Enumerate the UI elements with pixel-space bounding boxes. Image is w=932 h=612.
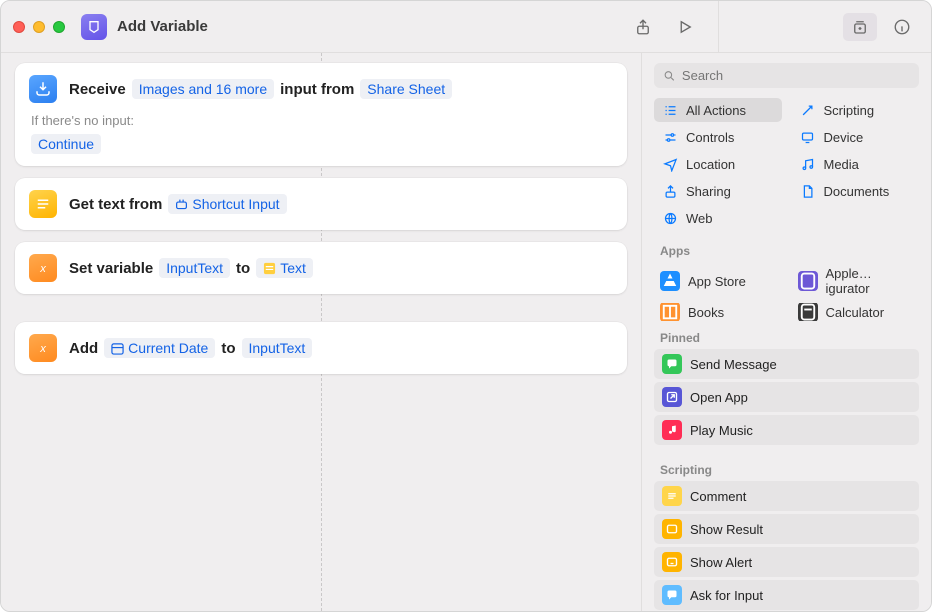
- set-variable-prefix: Set variable: [69, 260, 153, 277]
- search-icon: [663, 69, 676, 83]
- variable-value-token[interactable]: Text: [256, 258, 313, 278]
- document-icon: [800, 183, 816, 199]
- no-input-label: If there's no input:: [31, 113, 613, 128]
- action-library-sidebar: All Actions Scripting Controls Device Lo…: [641, 53, 931, 611]
- receive-source-token[interactable]: Share Sheet: [360, 79, 452, 99]
- variable-icon: x: [29, 334, 57, 362]
- wand-icon: [800, 102, 816, 118]
- play-icon: [676, 18, 694, 36]
- message-icon: [662, 354, 682, 374]
- current-date-token[interactable]: Current Date: [104, 338, 215, 358]
- add-to: to: [221, 340, 235, 357]
- window-title: Add Variable: [117, 18, 208, 35]
- category-web[interactable]: Web: [654, 206, 782, 230]
- music-icon: [800, 156, 816, 172]
- date-mini-icon: [111, 342, 124, 355]
- variable-icon: x: [29, 254, 57, 282]
- appstore-icon: [660, 271, 680, 291]
- no-input-continue-token[interactable]: Continue: [31, 134, 101, 154]
- scripting-ask-for-input[interactable]: Ask for Input: [654, 580, 919, 610]
- pinned-open-app[interactable]: Open App: [654, 382, 919, 412]
- info-button[interactable]: [885, 13, 919, 41]
- svg-text:x: x: [39, 343, 46, 355]
- result-icon: [662, 519, 682, 539]
- add-target-token[interactable]: InputText: [242, 338, 313, 358]
- app-configurator[interactable]: Apple…igurator: [792, 262, 920, 300]
- alert-icon: [662, 552, 682, 572]
- library-toggle-button[interactable]: [843, 13, 877, 41]
- add-prefix: Add: [69, 340, 98, 357]
- category-all-actions[interactable]: All Actions: [654, 98, 782, 122]
- svg-text:x: x: [39, 263, 46, 275]
- share-icon: [634, 18, 652, 36]
- scripting-show-result[interactable]: Show Result: [654, 514, 919, 544]
- category-controls[interactable]: Controls: [654, 125, 782, 149]
- list-icon: [662, 102, 678, 118]
- workflow-editor[interactable]: Receive Images and 16 more input from Sh…: [1, 53, 641, 611]
- app-calculator[interactable]: Calculator: [792, 303, 920, 321]
- set-variable-to: to: [236, 260, 250, 277]
- library-icon: [851, 18, 869, 36]
- books-icon: [660, 303, 680, 321]
- configurator-icon: [798, 271, 818, 291]
- variable-name-token[interactable]: InputText: [159, 258, 230, 278]
- receive-input-action[interactable]: Receive Images and 16 more input from Sh…: [15, 63, 627, 166]
- set-variable-action[interactable]: x Set variable InputText to Text: [15, 242, 627, 294]
- minimize-window-button[interactable]: [33, 21, 45, 33]
- category-location[interactable]: Location: [654, 152, 782, 176]
- pinned-play-music[interactable]: Play Music: [654, 415, 919, 445]
- comment-icon: [662, 486, 682, 506]
- app-window: Add Variable: [0, 0, 932, 612]
- receive-prefix: Receive: [69, 81, 126, 98]
- open-app-icon: [662, 387, 682, 407]
- category-sharing[interactable]: Sharing: [654, 179, 782, 203]
- ask-input-icon: [662, 585, 682, 605]
- apps-list: App Store Apple…igurator Books Calculato…: [642, 262, 931, 323]
- scripting-section-header: Scripting: [642, 455, 931, 481]
- category-documents[interactable]: Documents: [792, 179, 920, 203]
- share-cat-icon: [662, 183, 678, 199]
- text-icon: [29, 190, 57, 218]
- toolbar-divider: [718, 1, 719, 53]
- category-grid: All Actions Scripting Controls Device Lo…: [642, 98, 931, 236]
- titlebar: Add Variable: [1, 1, 931, 53]
- scripting-show-alert[interactable]: Show Alert: [654, 547, 919, 577]
- search-input[interactable]: [682, 68, 910, 83]
- run-button[interactable]: [668, 13, 702, 41]
- receive-middle: input from: [280, 81, 354, 98]
- receive-icon: [29, 75, 57, 103]
- scripting-comment[interactable]: Comment: [654, 481, 919, 511]
- web-icon: [662, 210, 678, 226]
- text-mini-icon: [263, 262, 276, 275]
- library-scroll[interactable]: All Actions Scripting Controls Device Lo…: [642, 98, 931, 611]
- get-text-prefix: Get text from: [69, 196, 162, 213]
- shortcut-app-icon: [81, 14, 107, 40]
- pinned-section-header: Pinned: [642, 323, 931, 349]
- scripting-list: Comment Show Result Show Alert Ask for I…: [642, 481, 931, 611]
- location-icon: [662, 156, 678, 172]
- pinned-send-message[interactable]: Send Message: [654, 349, 919, 379]
- add-to-variable-action[interactable]: x Add Current Date to InputText: [15, 322, 627, 374]
- search-field[interactable]: [654, 63, 919, 88]
- pinned-list: Send Message Open App Play Music: [642, 349, 931, 455]
- app-books[interactable]: Books: [654, 303, 782, 321]
- play-music-icon: [662, 420, 682, 440]
- category-scripting[interactable]: Scripting: [792, 98, 920, 122]
- shortcut-input-token[interactable]: Shortcut Input: [168, 194, 286, 214]
- receive-types-token[interactable]: Images and 16 more: [132, 79, 274, 99]
- share-button[interactable]: [626, 13, 660, 41]
- close-window-button[interactable]: [13, 21, 25, 33]
- apps-section-header: Apps: [642, 236, 931, 262]
- category-media[interactable]: Media: [792, 152, 920, 176]
- info-icon: [893, 18, 911, 36]
- calculator-icon: [798, 303, 818, 321]
- zoom-window-button[interactable]: [53, 21, 65, 33]
- magic-var-icon: [175, 198, 188, 211]
- sliders-icon: [662, 129, 678, 145]
- device-icon: [800, 129, 816, 145]
- app-appstore[interactable]: App Store: [654, 262, 782, 300]
- category-device[interactable]: Device: [792, 125, 920, 149]
- window-controls: [13, 21, 65, 33]
- get-text-action[interactable]: Get text from Shortcut Input: [15, 178, 627, 230]
